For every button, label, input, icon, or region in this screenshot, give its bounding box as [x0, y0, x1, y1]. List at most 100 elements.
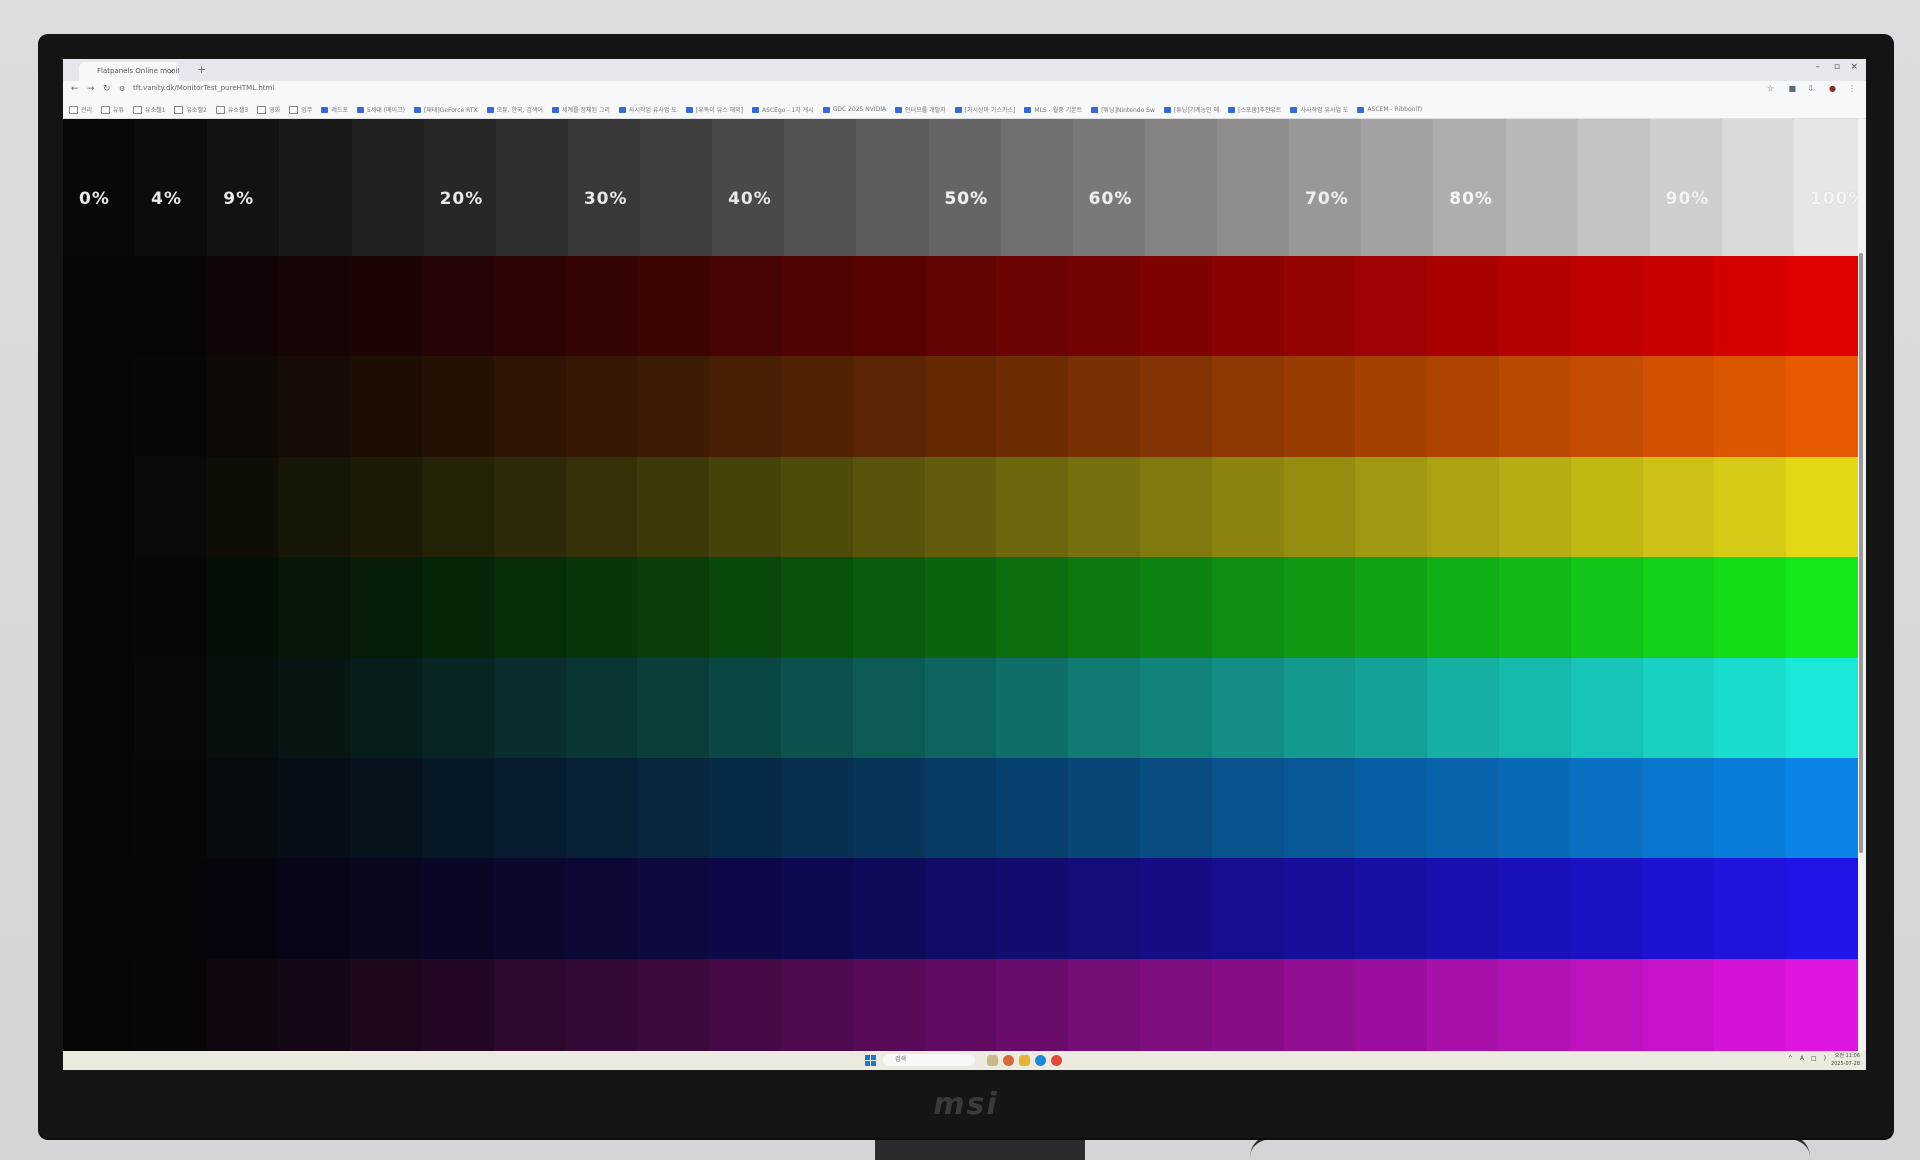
file-explorer-icon[interactable] [1019, 1055, 1030, 1066]
bookmark-item[interactable]: 세계를 정체된 그리 [551, 105, 610, 114]
reload-icon[interactable]: ↻ [103, 84, 111, 94]
color-swatch [1642, 858, 1715, 959]
edge-icon[interactable] [1035, 1055, 1046, 1066]
forward-icon[interactable]: → [87, 84, 95, 94]
bookmark-item[interactable]: 모튜, 한국, 검색어 [486, 105, 543, 114]
bookmark-icon [356, 106, 364, 113]
bookmark-item[interactable]: ASCEgo - 1차 게시 [752, 105, 814, 114]
chrome-icon[interactable] [1051, 1055, 1062, 1066]
bookmark-item[interactable]: 사사작업 유사업 도 [1290, 105, 1348, 114]
close-window-icon[interactable]: × [1850, 62, 1858, 72]
color-swatch [1498, 557, 1571, 658]
color-swatch [565, 256, 638, 357]
color-swatch [637, 958, 710, 1060]
menu-icon[interactable]: ⋮ [1848, 84, 1856, 93]
color-swatch [709, 858, 781, 959]
color-swatch [1570, 256, 1643, 357]
taskbar: 검색 ^ A □ ) 오전 11:06 2025-07-28 [63, 1051, 1866, 1070]
volume-icon[interactable]: ) [1824, 1055, 1826, 1062]
color-swatch [1211, 256, 1284, 357]
taskbar-search[interactable]: 검색 [883, 1054, 975, 1066]
bookmark-item[interactable]: [재테]GeForce RTX [413, 105, 478, 114]
bookmark-item[interactable]: 인터모롤 개발자 [895, 105, 946, 114]
color-swatch [924, 557, 997, 658]
grey-swatch [351, 119, 424, 256]
color-swatch [924, 456, 997, 558]
url-field[interactable]: tft.vanity.dk/MonitorTest_pureHTML.html [133, 84, 274, 92]
site-info-icon[interactable]: ⚙ [119, 85, 125, 93]
extension-icon[interactable]: ■ [1788, 84, 1796, 93]
color-swatch [996, 356, 1069, 457]
color-swatch [493, 858, 566, 959]
network-icon[interactable]: □ [1811, 1055, 1817, 1062]
greyscale-strip [63, 119, 1866, 256]
color-swatch [1498, 858, 1571, 959]
bookmark-label: 유튜 [113, 107, 125, 114]
clock[interactable]: 오전 11:06 2025-07-28 [1831, 1052, 1860, 1068]
color-swatch [1570, 456, 1643, 558]
bookmark-item[interactable]: 5세대 (메이크) [356, 105, 405, 114]
browser-tab[interactable]: Flatpanels Online monitor t × [79, 62, 179, 81]
tab-close-icon[interactable]: × [168, 62, 175, 81]
color-swatch [1283, 456, 1356, 558]
maximize-icon[interactable]: ▫ [1834, 62, 1840, 72]
tab-title: Flatpanels Online monitor t [97, 67, 179, 75]
minimize-icon[interactable]: – [1816, 62, 1821, 72]
input-method-icon[interactable]: A [1800, 1055, 1804, 1062]
bookmark-item[interactable]: 영화 [257, 105, 280, 114]
bookmark-item[interactable]: [스포봄]추천유트 [1228, 105, 1281, 114]
avatar[interactable]: ● [1829, 84, 1836, 93]
color-swatch [709, 256, 781, 357]
color-swatch [780, 757, 853, 859]
folder-icon [289, 105, 299, 114]
bookmark-item[interactable]: GDC 2025 NVIDIA [822, 106, 886, 113]
bookmark-item[interactable]: 유소챌1 [133, 105, 165, 114]
bookmark-item[interactable]: 유소챌3 [215, 105, 248, 114]
scrollbar[interactable] [1858, 119, 1866, 1059]
bookmark-item[interactable]: 유소챌2 [174, 105, 207, 114]
monitor-bezel: Flatpanels Online monitor t × + – ▫ × ← … [38, 34, 1894, 1138]
color-swatch [1786, 557, 1858, 658]
color-swatch [1714, 456, 1787, 558]
color-swatch [206, 557, 279, 658]
bookmark-item[interactable]: [튜닝]기계능인 메 [1163, 105, 1219, 114]
bookmark-item[interactable]: 업무 [289, 105, 312, 114]
app-icon-1[interactable] [987, 1055, 998, 1066]
new-tab-button[interactable]: + [197, 63, 206, 76]
bar-row-magenta [63, 958, 1858, 1060]
color-swatch [1498, 356, 1571, 457]
bookmark-item[interactable]: [튜닝]Nintendo Sw [1091, 105, 1155, 114]
bookmark-icon [752, 106, 760, 113]
bookmark-item[interactable]: [가시상마 가스카스] [954, 105, 1015, 114]
bookmark-item[interactable]: 사시작업 유사업 도 [618, 105, 677, 114]
system-tray[interactable]: ^ A □ ) [1788, 1055, 1826, 1062]
back-icon[interactable]: ← [71, 84, 79, 94]
percent-label: 40% [728, 189, 772, 209]
star-icon[interactable]: ☆ [1767, 84, 1774, 93]
bookmark-item[interactable]: [유독이 유스 해외] [685, 105, 743, 114]
bookmark-label: 유소챌1 [145, 107, 166, 114]
windows-start-icon[interactable] [865, 1055, 876, 1066]
grey-swatch [640, 119, 713, 256]
tray-chevron-icon[interactable]: ^ [1788, 1055, 1793, 1062]
copilot-icon[interactable] [1003, 1055, 1014, 1066]
color-swatch [1355, 256, 1428, 357]
color-swatch [1139, 958, 1212, 1060]
grey-swatch [1794, 119, 1866, 256]
grey-swatch [495, 119, 568, 256]
color-swatch [350, 958, 422, 1060]
scrollbar-thumb[interactable] [1859, 253, 1863, 853]
bookmark-item[interactable]: 관리 [69, 105, 92, 114]
bookmark-item[interactable]: 레드포 [321, 105, 348, 114]
color-swatch [1498, 757, 1571, 859]
bookmark-icon [1290, 106, 1298, 113]
bookmark-icon [413, 106, 421, 113]
color-swatch [63, 256, 135, 357]
bookmark-item[interactable]: 유튜 [101, 105, 124, 114]
color-swatch [1211, 557, 1284, 658]
download-icon[interactable]: ⇩ [1807, 84, 1814, 93]
bookmark-item[interactable]: ASCEM - Ribbon(f) [1357, 106, 1422, 113]
bookmark-item[interactable]: MLS - 월중 기본트 [1024, 105, 1082, 114]
color-swatch [350, 657, 422, 758]
grey-swatch [279, 119, 352, 256]
